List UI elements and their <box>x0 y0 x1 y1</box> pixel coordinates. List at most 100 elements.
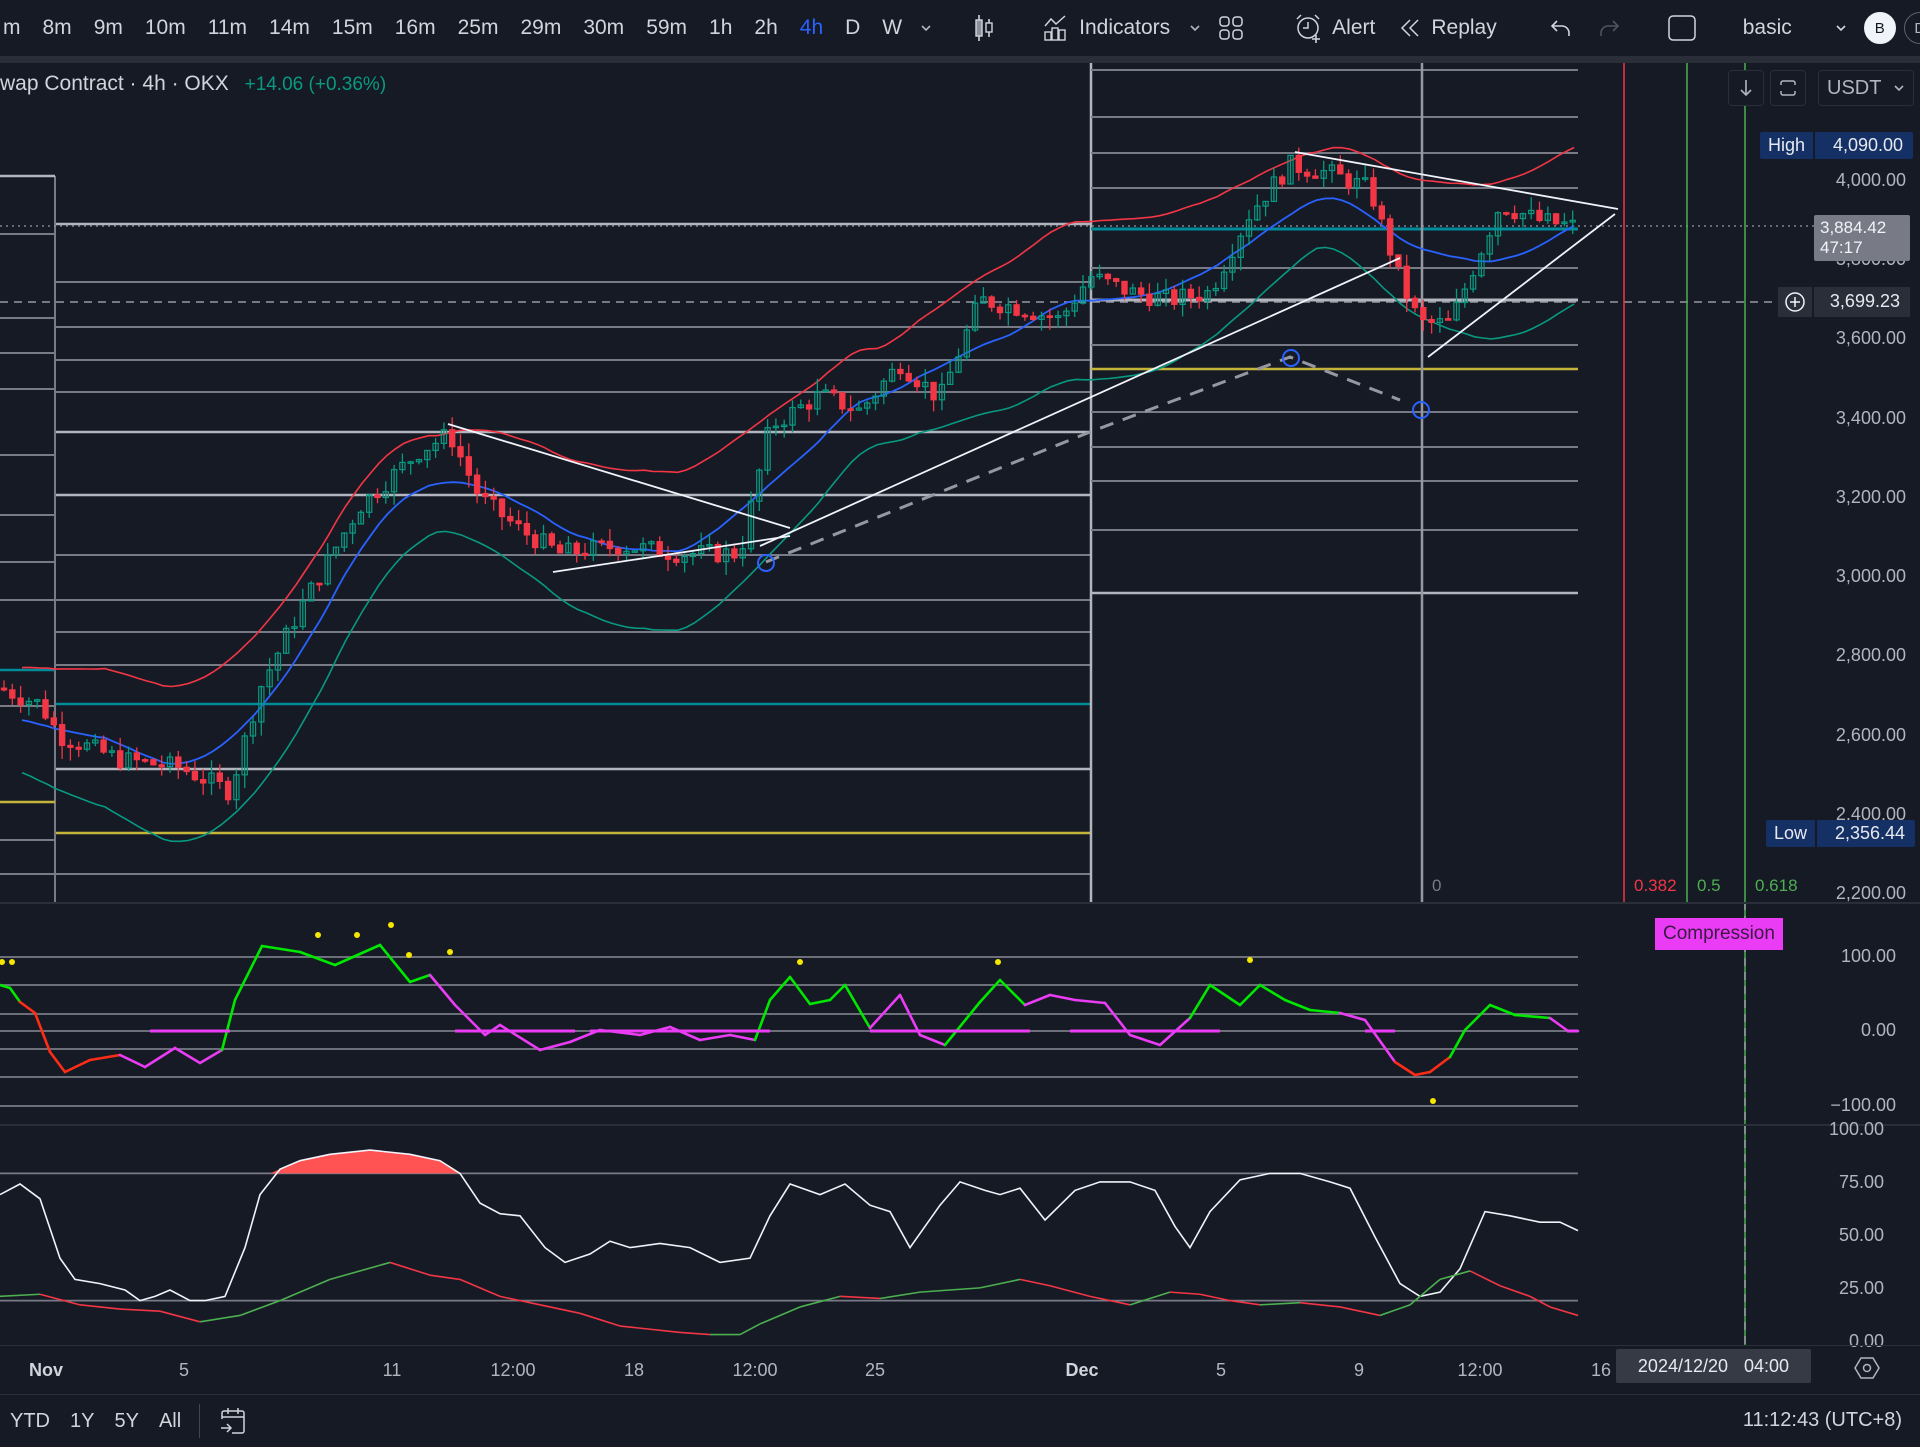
candle-body <box>731 548 738 559</box>
candle-body <box>1552 213 1560 225</box>
osc1-signal-segment <box>868 993 902 1030</box>
time-axis-label: Dec <box>1065 1360 1099 1380</box>
time-axis-label: 25 <box>864 1360 886 1380</box>
osc1-signal-segment <box>843 983 872 1030</box>
go-to-date-calendar-icon[interactable] <box>206 1406 260 1436</box>
osc2-signal-segment <box>1339 1306 1381 1317</box>
bollinger-lower-line <box>21 246 1575 843</box>
candle-body <box>1112 278 1120 282</box>
candle-body <box>656 541 663 557</box>
price-change: +14.06 (+0.36%) <box>244 74 387 95</box>
price-axis-label: 3,600.00 <box>1835 328 1906 349</box>
osc1-signal-segment <box>1023 993 1052 1007</box>
signal-dot <box>1430 1098 1436 1104</box>
candle-body <box>490 495 497 500</box>
osc2-signal-segment <box>159 1310 201 1323</box>
signal-dot <box>406 952 412 958</box>
osc1-signal-segment <box>918 1033 947 1047</box>
candle-body <box>830 389 838 394</box>
axis-settings-gear-icon[interactable] <box>1854 1356 1880 1380</box>
osc2-signal-segment <box>79 1304 121 1310</box>
candle-body <box>1104 273 1112 280</box>
pane-separator[interactable] <box>0 902 1920 904</box>
osc1-signal-segment <box>1128 1033 1162 1047</box>
osc1-signal-segment <box>978 978 1002 1004</box>
osc1-axis-label: 0.00 <box>1860 1020 1896 1040</box>
symbol-legend[interactable]: wap Contract · 4h · OKX +14.06 (+0.36%) <box>0 72 386 96</box>
candle-body <box>50 717 58 726</box>
high-value: 4,090.00 <box>1815 132 1914 159</box>
candle-body <box>1403 265 1410 299</box>
osc1-signal-segment <box>998 978 1027 1007</box>
candle-body <box>1295 154 1302 173</box>
candle-body <box>200 779 207 784</box>
osc1-signal-segment <box>1188 983 1212 1020</box>
candle-body <box>150 759 157 766</box>
candle-body <box>67 744 74 748</box>
chart-canvas[interactable] <box>0 0 1920 1345</box>
candle-body <box>1029 315 1037 320</box>
osc1-signal-segment <box>63 1058 92 1074</box>
osc2-signal-segment <box>759 1306 801 1325</box>
osc1-signal-segment <box>18 1000 37 1015</box>
symbol-title: wap Contract · 4h · OKX <box>0 72 229 95</box>
range-ytd[interactable]: YTD <box>0 1410 60 1433</box>
add-plus-button[interactable] <box>1778 287 1812 317</box>
candle-body <box>498 498 506 518</box>
plus-circle-icon <box>1785 292 1805 312</box>
osc1-signal-segment <box>498 1023 542 1052</box>
candle-body <box>1444 318 1452 321</box>
osc2-signal-segment <box>199 1314 241 1323</box>
osc1-signal-segment <box>378 943 412 984</box>
pane-separator[interactable] <box>0 1124 1920 1126</box>
osc1-signal-segment <box>408 973 432 984</box>
high-label: High <box>1760 132 1814 159</box>
signal-dot <box>354 932 360 938</box>
range-5y[interactable]: 5Y <box>104 1410 148 1433</box>
low-price-tag: Low 2,356.44 <box>1766 820 1916 847</box>
osc1-signal-segment <box>48 1050 67 1074</box>
osc1-signal-segment <box>768 975 792 1002</box>
time-axis-label: 16 <box>1590 1360 1612 1380</box>
range-1y[interactable]: 1Y <box>60 1410 104 1433</box>
candle-body <box>1046 315 1053 319</box>
scroll-to-latest-button[interactable] <box>1728 70 1764 106</box>
fib-level-0: 0 <box>1432 876 1442 895</box>
candle-body <box>1021 314 1029 318</box>
currency-selector[interactable]: USDT <box>1818 70 1914 106</box>
osc2-signal-segment <box>239 1299 281 1317</box>
time-axis-label: Nov <box>28 1360 64 1380</box>
arrow-down-icon <box>1738 78 1754 98</box>
candle-body <box>507 515 514 522</box>
osc1-signal-segment <box>788 975 812 1006</box>
candle-body <box>673 558 680 563</box>
osc1-signal-segment <box>1048 993 1077 1002</box>
osc1-signal-segment <box>1513 1013 1552 1020</box>
price-axis-label: 4,000.00 <box>1835 170 1906 190</box>
osc1-signal-segment <box>808 998 832 1006</box>
osc1-signal-segment <box>1238 983 1262 1007</box>
signal-dot <box>995 959 1001 965</box>
signal-dot <box>315 932 321 938</box>
osc2-signal-segment <box>739 1323 761 1336</box>
osc2-signal-segment <box>679 1331 711 1336</box>
clock-timezone[interactable]: 11:12:43 (UTC+8) <box>1743 1409 1902 1432</box>
osc1-signal-segment <box>220 998 237 1052</box>
candle-body <box>0 687 8 691</box>
bar-countdown: 47:17 <box>1820 238 1863 257</box>
osc1-signal-segment <box>198 1048 224 1065</box>
price-axis-label: 3,400.00 <box>1835 407 1906 428</box>
osc2-signal-segment <box>1549 1306 1579 1317</box>
candle-body <box>141 759 149 762</box>
candle-body <box>897 368 904 375</box>
crosshair-price-tag: 3,699.23 <box>1778 287 1910 317</box>
candle-body <box>1137 287 1145 295</box>
auto-scale-button[interactable] <box>1770 70 1806 106</box>
range-all[interactable]: All <box>149 1410 191 1433</box>
candle-body <box>482 492 489 498</box>
price-axis-label: 2,600.00 <box>1835 724 1906 745</box>
candle-body <box>116 750 124 769</box>
bottom-divider <box>199 1404 201 1438</box>
osc2-signal-segment <box>39 1293 81 1306</box>
crosshair-time: 04:00 <box>1744 1355 1790 1376</box>
